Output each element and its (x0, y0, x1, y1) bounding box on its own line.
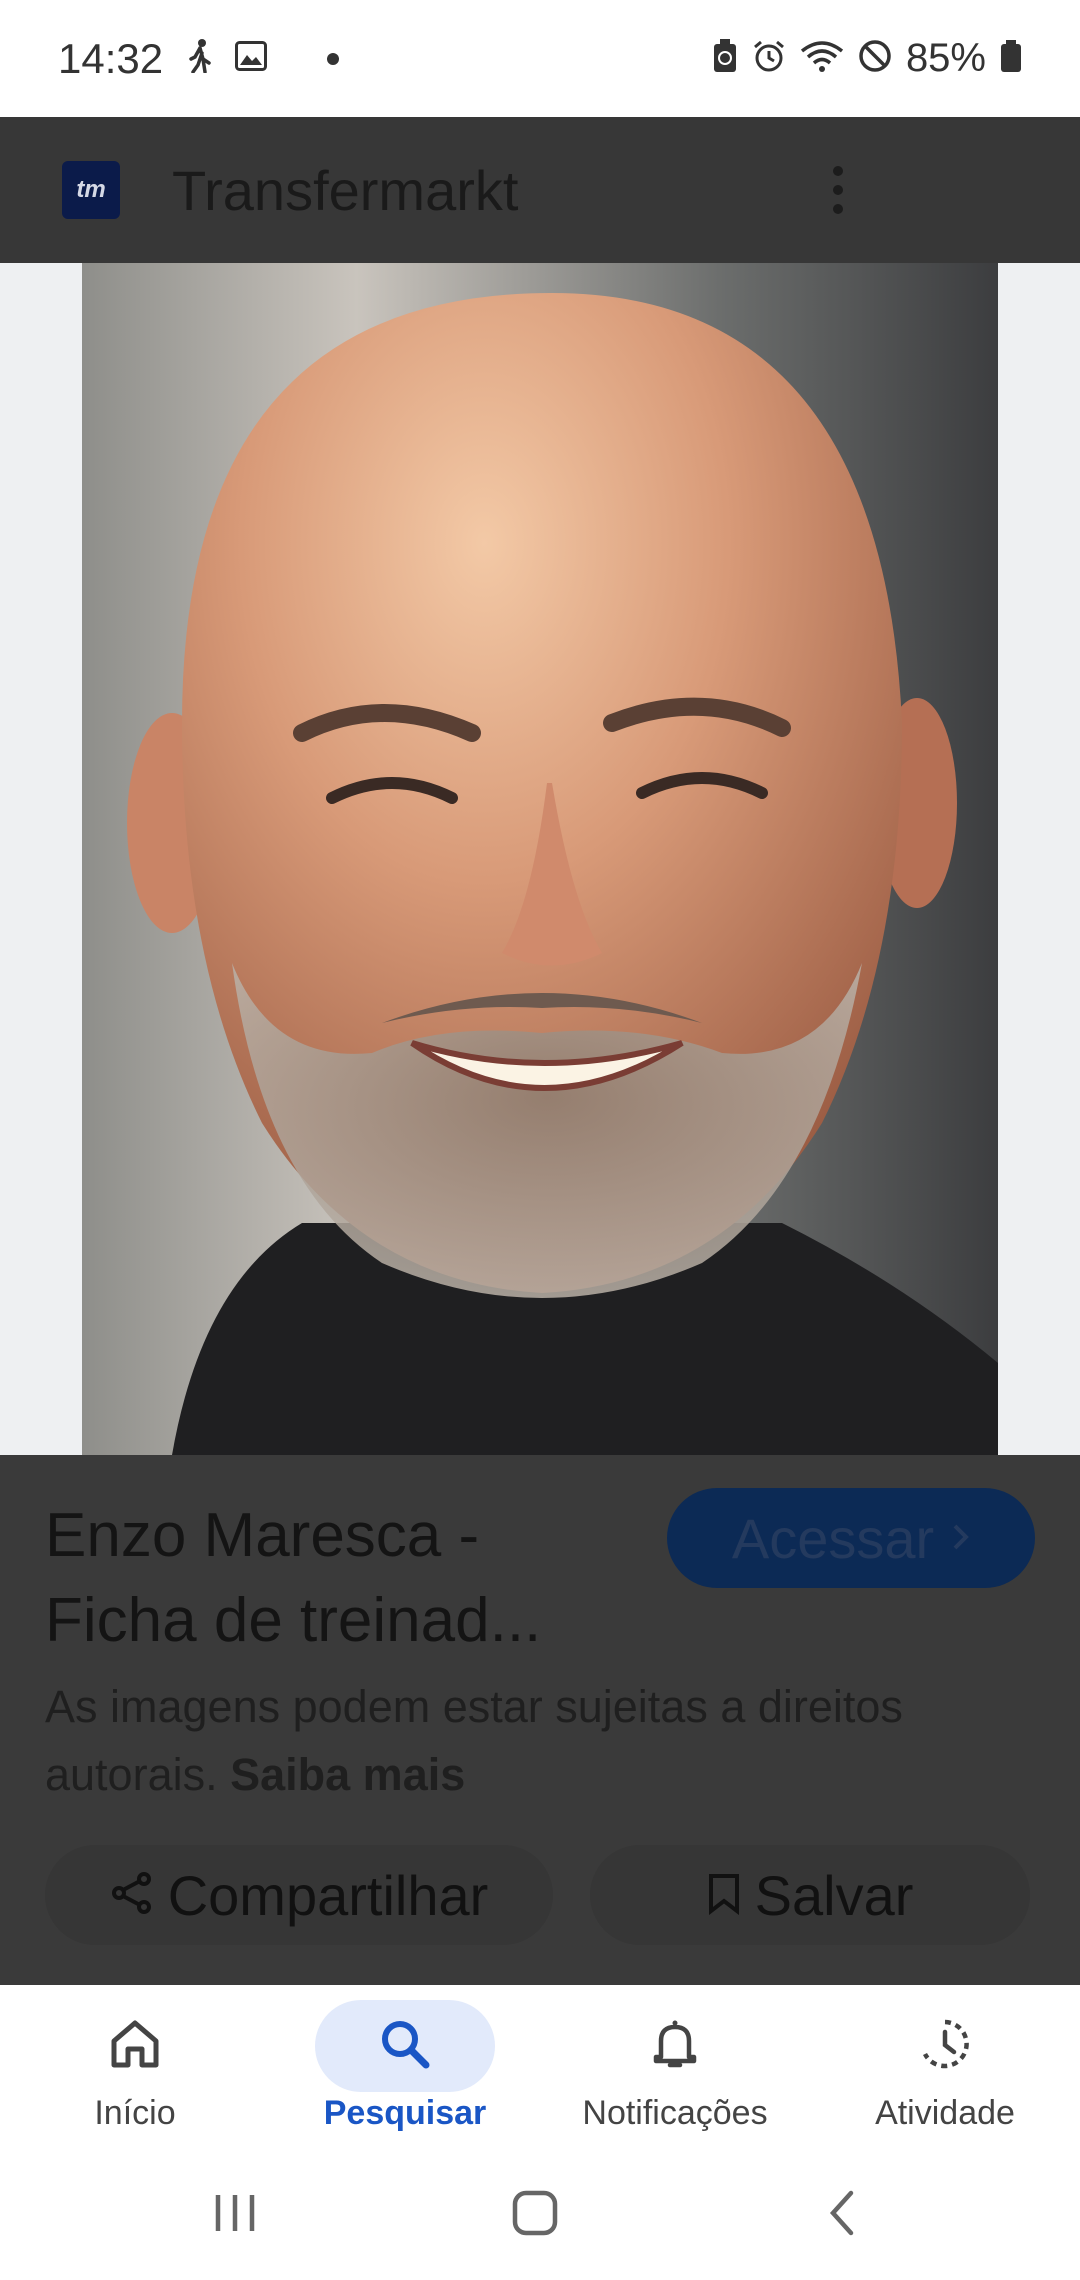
walking-icon (187, 39, 213, 78)
search-icon (378, 2017, 432, 2076)
visit-label: Acessar (731, 1506, 935, 1570)
share-label: Compartilhar (167, 1863, 489, 1927)
home-button-icon (511, 2189, 559, 2242)
nav-label-search: Pesquisar (323, 2094, 487, 2132)
result-image[interactable] (82, 263, 998, 1455)
status-bar: 14:32 85% (0, 0, 1080, 117)
learn-more-link[interactable]: Saiba mais (230, 1749, 465, 1800)
image-icon (235, 41, 268, 76)
more-vert-icon (833, 166, 843, 176)
home-button[interactable] (505, 2185, 565, 2245)
battery-percent: 85% (905, 36, 986, 80)
share-icon (110, 1863, 154, 1928)
alarm-icon (752, 39, 786, 78)
logo-text: tm (76, 176, 106, 203)
status-time: 14:32 (58, 34, 164, 82)
result-info-panel: Enzo Maresca - Ficha de treinad... Acess… (0, 1455, 1080, 1985)
transfermarkt-logo: tm (62, 161, 120, 219)
page-title: Transfermarkt (172, 158, 519, 222)
visit-button[interactable]: Acessar (667, 1488, 1035, 1588)
home-icon (108, 2017, 162, 2076)
bottom-navigation: Início Pesquisar Notificações Atividade (0, 1985, 1080, 2155)
nav-item-notifications[interactable]: Notificações (550, 2000, 800, 2150)
activity-icon (917, 2016, 973, 2077)
recent-apps-icon (212, 2191, 258, 2240)
bookmark-icon (707, 1863, 741, 1928)
battery-icon (1000, 39, 1022, 78)
battery-saver-icon (712, 38, 738, 79)
chevron-right-icon (952, 1516, 970, 1561)
notification-dot-icon (327, 52, 340, 65)
copyright-note: As imagens podem estar sujeitas a direit… (45, 1673, 1045, 1809)
save-button[interactable]: Salvar (590, 1845, 1030, 1945)
wifi-icon (800, 39, 844, 78)
do-not-disturb-icon (858, 39, 892, 78)
app-header: tm Transfermarkt (0, 117, 1080, 263)
save-label: Salvar (754, 1863, 914, 1927)
back-icon (827, 2189, 857, 2242)
nav-item-home[interactable]: Início (10, 2000, 260, 2150)
image-viewer (0, 263, 1080, 1455)
bell-icon (648, 2017, 702, 2076)
nav-label-notifications: Notificações (582, 2094, 768, 2132)
nav-label-home: Início (94, 2094, 176, 2132)
system-navigation-bar (0, 2155, 1080, 2280)
nav-item-activity[interactable]: Atividade (820, 2000, 1070, 2150)
more-options-button[interactable] (818, 155, 858, 225)
nav-label-activity: Atividade (875, 2094, 1015, 2132)
share-button[interactable]: Compartilhar (45, 1845, 553, 1945)
back-button[interactable] (812, 2185, 872, 2245)
copyright-text: As imagens podem estar sujeitas a direit… (45, 1681, 903, 1800)
result-title[interactable]: Enzo Maresca - Ficha de treinad... (45, 1493, 645, 1663)
recent-apps-button[interactable] (205, 2185, 265, 2245)
nav-item-search[interactable]: Pesquisar (280, 2000, 530, 2150)
